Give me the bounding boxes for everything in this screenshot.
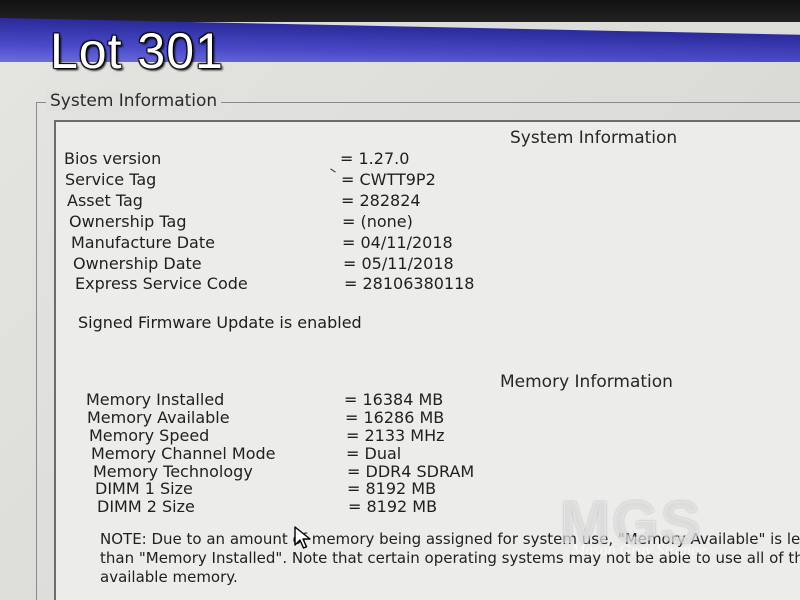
info-label: Ownership Tag [69,212,187,231]
info-label: Ownership Date [73,254,202,273]
memory-information-heading: Memory Information [500,372,673,392]
info-label: Express Service Code [75,274,248,293]
info-value: = CWTT9P2 [341,170,436,189]
info-label: Manufacture Date [71,233,215,252]
info-label: Bios version [64,149,162,168]
memory-value: = 2133 MHz [346,426,445,445]
memory-label: Memory Available [87,408,230,427]
mgs-watermark-subtitle: Mason Gray Strange [572,542,707,559]
firmware-update-status: Signed Firmware Update is enabled [78,313,362,332]
info-value: = 04/11/2018 [342,233,453,252]
monitor-bezel [0,0,800,22]
info-label: Asset Tag [67,191,143,210]
info-value: = 05/11/2018 [343,254,454,273]
memory-value: = 16384 MB [344,390,444,409]
memory-value: = 8192 MB [348,497,438,516]
info-value: = 1.27.0 [340,149,410,168]
mouse-pointer-icon [294,526,311,549]
memory-value: = 8192 MB [347,479,437,498]
memory-label: DIMM 1 Size [95,479,193,498]
memory-label: DIMM 2 Size [97,497,195,516]
memory-value: = Dual [346,444,402,463]
info-value: = (none) [342,212,413,231]
info-value: = 282824 [341,191,421,210]
memory-label: Memory Channel Mode [91,444,276,463]
info-label: Service Tag [65,170,157,189]
groupbox-title: System Information [46,91,222,111]
lot-label: Lot 301 [50,23,224,79]
system-information-heading: System Information [510,128,678,148]
info-value: = 28106380118 [344,274,475,293]
memory-value: = 16286 MB [345,408,445,427]
memory-label: Memory Speed [89,426,210,445]
memory-label: Memory Installed [86,390,225,409]
